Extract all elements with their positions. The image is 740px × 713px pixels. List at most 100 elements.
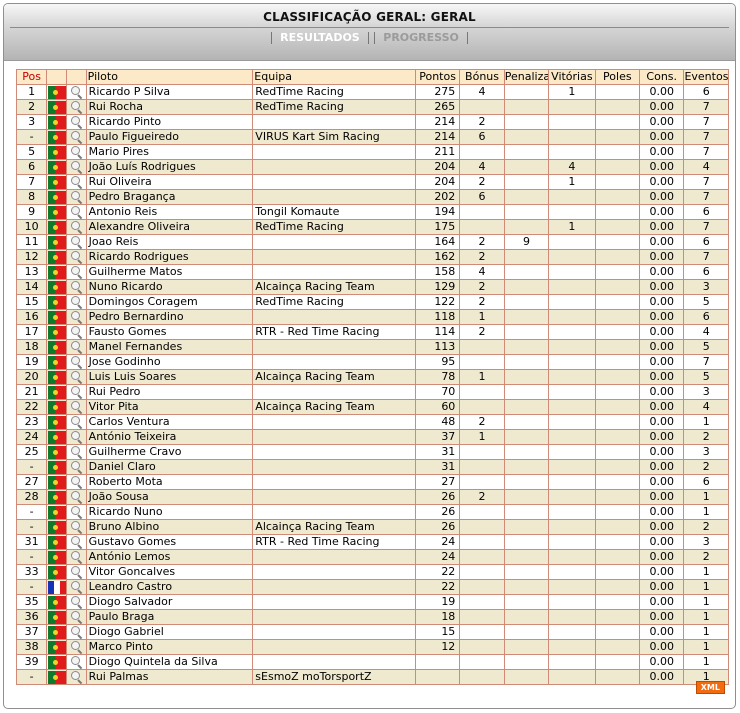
cell-driver[interactable]: Guilherme Matos xyxy=(85,264,254,280)
cell-view[interactable] xyxy=(66,654,87,670)
cell-view[interactable] xyxy=(66,324,87,340)
magnifier-icon[interactable] xyxy=(70,445,84,459)
magnifier-icon[interactable] xyxy=(70,295,84,309)
magnifier-icon[interactable] xyxy=(70,610,84,624)
cell-view[interactable] xyxy=(66,504,87,520)
magnifier-icon[interactable] xyxy=(70,130,84,144)
cell-driver[interactable]: Rui Rocha xyxy=(85,99,254,115)
cell-view[interactable] xyxy=(66,399,87,415)
magnifier-icon[interactable] xyxy=(70,370,84,384)
cell-driver[interactable]: Luis Luis Soares xyxy=(85,369,254,385)
cell-driver[interactable]: Jose Godinho xyxy=(85,354,254,370)
cell-driver[interactable]: Diogo Salvador xyxy=(85,594,254,610)
col-header-team[interactable]: Equipa xyxy=(252,69,416,85)
magnifier-icon[interactable] xyxy=(70,505,84,519)
col-header-driver[interactable]: Piloto xyxy=(85,69,254,85)
magnifier-icon[interactable] xyxy=(70,115,84,129)
col-header-bonus[interactable]: Bónus xyxy=(459,69,505,85)
cell-driver[interactable]: Domingos Coragem xyxy=(85,294,254,310)
cell-view[interactable] xyxy=(66,204,87,220)
magnifier-icon[interactable] xyxy=(70,310,84,324)
magnifier-icon[interactable] xyxy=(70,475,84,489)
cell-driver[interactable]: João Luís Rodrigues xyxy=(85,159,254,175)
cell-driver[interactable]: Manel Fernandes xyxy=(85,339,254,355)
cell-driver[interactable]: Roberto Mota xyxy=(85,474,254,490)
cell-view[interactable] xyxy=(66,669,87,685)
magnifier-icon[interactable] xyxy=(70,160,84,174)
xml-export-button[interactable]: XML xyxy=(695,681,725,694)
col-header-penalties[interactable]: Penalizações xyxy=(503,69,550,85)
col-header-pos[interactable]: Pos xyxy=(15,69,48,85)
cell-view[interactable] xyxy=(66,609,87,625)
cell-driver[interactable]: Nuno Ricardo xyxy=(85,279,254,295)
cell-driver[interactable]: António Teixeira xyxy=(85,429,254,445)
magnifier-icon[interactable] xyxy=(70,550,84,564)
cell-driver[interactable]: Rui Pedro xyxy=(85,384,254,400)
magnifier-icon[interactable] xyxy=(70,145,84,159)
magnifier-icon[interactable] xyxy=(70,190,84,204)
magnifier-icon[interactable] xyxy=(70,670,84,684)
cell-view[interactable] xyxy=(66,564,87,580)
cell-driver[interactable]: Fausto Gomes xyxy=(85,324,254,340)
cell-view[interactable] xyxy=(66,114,87,130)
magnifier-icon[interactable] xyxy=(70,490,84,504)
magnifier-icon[interactable] xyxy=(70,235,84,249)
magnifier-icon[interactable] xyxy=(70,430,84,444)
magnifier-icon[interactable] xyxy=(70,325,84,339)
magnifier-icon[interactable] xyxy=(70,385,84,399)
magnifier-icon[interactable] xyxy=(70,220,84,234)
cell-view[interactable] xyxy=(66,129,87,145)
cell-driver[interactable]: Carlos Ventura xyxy=(85,414,254,430)
magnifier-icon[interactable] xyxy=(70,175,84,189)
cell-view[interactable] xyxy=(66,579,87,595)
cell-view[interactable] xyxy=(66,384,87,400)
magnifier-icon[interactable] xyxy=(70,280,84,294)
cell-view[interactable] xyxy=(66,549,87,565)
magnifier-icon[interactable] xyxy=(70,460,84,474)
cell-driver[interactable]: Ricardo Rodrigues xyxy=(85,249,254,265)
magnifier-icon[interactable] xyxy=(70,640,84,654)
magnifier-icon[interactable] xyxy=(70,205,84,219)
tab-resultados[interactable]: RESULTADOS xyxy=(277,31,363,44)
cell-driver[interactable]: Vitor Pita xyxy=(85,399,254,415)
col-header-poles[interactable]: Poles xyxy=(594,69,641,85)
col-header-wins[interactable]: Vitórias xyxy=(548,69,596,85)
cell-view[interactable] xyxy=(66,519,87,535)
cell-view[interactable] xyxy=(66,309,87,325)
cell-view[interactable] xyxy=(66,174,87,190)
cell-view[interactable] xyxy=(66,444,87,460)
magnifier-icon[interactable] xyxy=(70,655,84,669)
cell-view[interactable] xyxy=(66,159,87,175)
cell-driver[interactable]: Rui Oliveira xyxy=(85,174,254,190)
cell-driver[interactable]: Ricardo P Silva xyxy=(85,84,254,100)
cell-driver[interactable]: Rui Palmas xyxy=(85,669,254,685)
cell-view[interactable] xyxy=(66,249,87,265)
magnifier-icon[interactable] xyxy=(70,595,84,609)
cell-view[interactable] xyxy=(66,354,87,370)
cell-driver[interactable]: Guilherme Cravo xyxy=(85,444,254,460)
cell-driver[interactable]: Vitor Goncalves xyxy=(85,564,254,580)
cell-driver[interactable]: Diogo Gabriel xyxy=(85,624,254,640)
magnifier-icon[interactable] xyxy=(70,265,84,279)
col-header-points[interactable]: Pontos xyxy=(414,69,461,85)
cell-view[interactable] xyxy=(66,489,87,505)
cell-driver[interactable]: João Sousa xyxy=(85,489,254,505)
magnifier-icon[interactable] xyxy=(70,250,84,264)
magnifier-icon[interactable] xyxy=(70,415,84,429)
cell-view[interactable] xyxy=(66,84,87,100)
magnifier-icon[interactable] xyxy=(70,85,84,99)
cell-view[interactable] xyxy=(66,279,87,295)
cell-driver[interactable]: Ricardo Pinto xyxy=(85,114,254,130)
magnifier-icon[interactable] xyxy=(70,400,84,414)
cell-view[interactable] xyxy=(66,339,87,355)
cell-driver[interactable]: António Lemos xyxy=(85,549,254,565)
magnifier-icon[interactable] xyxy=(70,625,84,639)
cell-view[interactable] xyxy=(66,369,87,385)
cell-view[interactable] xyxy=(66,639,87,655)
cell-view[interactable] xyxy=(66,219,87,235)
cell-driver[interactable]: Ricardo Nuno xyxy=(85,504,254,520)
tab-progresso[interactable]: PROGRESSO xyxy=(380,31,462,44)
magnifier-icon[interactable] xyxy=(70,565,84,579)
cell-view[interactable] xyxy=(66,264,87,280)
cell-view[interactable] xyxy=(66,294,87,310)
